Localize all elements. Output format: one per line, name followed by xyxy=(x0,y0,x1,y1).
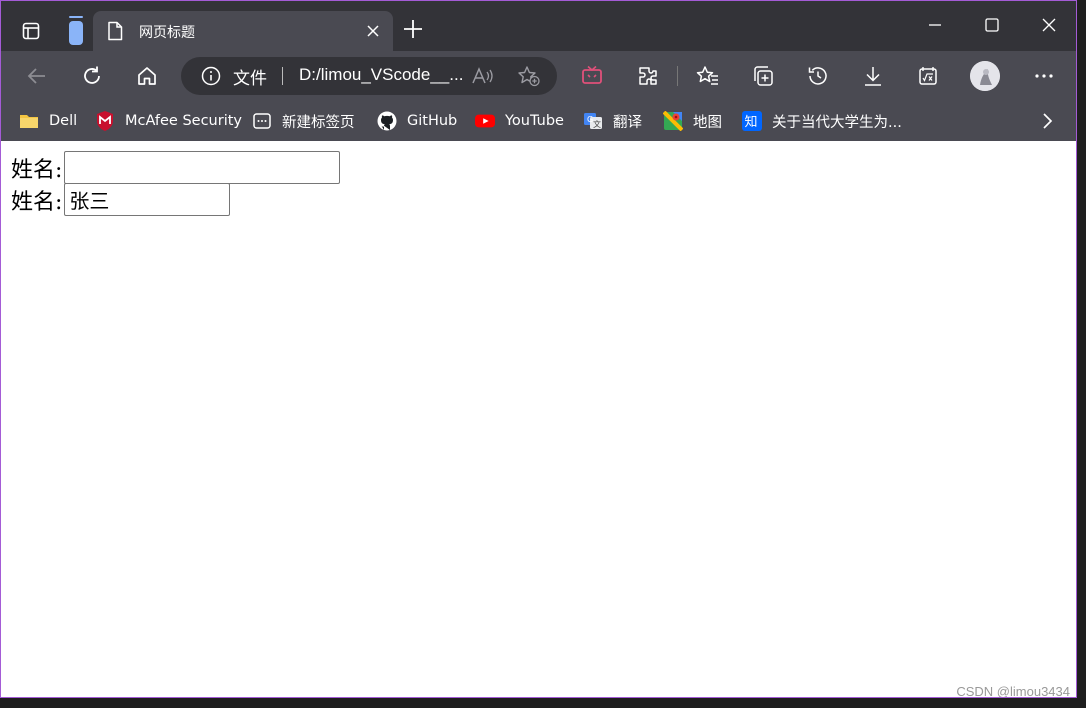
address-bar[interactable]: 文件 D:/limou_VScode__... xyxy=(181,57,557,95)
svg-text:知: 知 xyxy=(745,114,758,130)
bookmark-github[interactable]: GitHub xyxy=(377,109,457,133)
desktop-background-right xyxy=(1077,0,1086,708)
collections-icon[interactable] xyxy=(751,64,775,88)
active-tab[interactable]: 网页标题 xyxy=(93,11,393,51)
address-separator xyxy=(282,67,283,85)
bookmark-label: Dell xyxy=(49,113,78,129)
folder-icon xyxy=(19,111,39,131)
new-tab-icon[interactable] xyxy=(401,17,425,41)
favorites-icon[interactable] xyxy=(696,64,720,88)
read-aloud-icon[interactable] xyxy=(471,66,495,86)
form-row: 姓名: xyxy=(11,183,231,216)
youtube-icon xyxy=(475,111,495,131)
tv-extension-icon[interactable] xyxy=(580,64,604,88)
maps-icon xyxy=(663,111,683,131)
back-icon[interactable] xyxy=(25,64,49,88)
watermark-text: CSDN @limou3434 xyxy=(956,684,1070,698)
close-tab-icon[interactable] xyxy=(365,23,381,39)
translate-icon: G文 xyxy=(583,111,603,131)
new-tab-page-icon xyxy=(252,111,272,131)
name-label: 姓名: xyxy=(11,189,63,215)
bookmark-label: GitHub xyxy=(407,113,458,129)
bookmark-new-tab-page[interactable]: 新建标签页 xyxy=(252,109,355,133)
name-label: 姓名: xyxy=(11,157,63,183)
history-icon[interactable] xyxy=(806,64,830,88)
page-content: 姓名: 姓名: CSDN @limou3434 xyxy=(1,141,1076,698)
close-window-icon[interactable] xyxy=(1037,13,1061,37)
bookmark-dell[interactable]: Dell xyxy=(19,109,77,133)
name-input-empty[interactable] xyxy=(64,151,341,184)
bookmark-label: 关于当代大学生为... xyxy=(772,114,902,131)
bookmark-translate[interactable]: G文 翻译 xyxy=(583,109,642,133)
bookmark-youtube[interactable]: YouTube xyxy=(475,109,564,133)
bookmark-label: McAfee Security xyxy=(125,113,242,129)
title-bar: 网页标题 xyxy=(1,1,1076,51)
bookmark-label: YouTube xyxy=(505,113,564,129)
bookmark-maps[interactable]: 地图 xyxy=(663,109,722,133)
vertical-tabs-button[interactable] xyxy=(67,15,85,47)
url-text[interactable]: D:/limou_VScode__... xyxy=(299,65,463,85)
desktop-background-bottom xyxy=(0,698,1086,708)
site-info-icon[interactable] xyxy=(201,66,221,86)
math-solver-icon[interactable] xyxy=(916,64,940,88)
more-options-icon[interactable] xyxy=(1032,64,1056,88)
zhihu-icon: 知 xyxy=(742,111,762,131)
tab-actions-icon xyxy=(22,22,40,40)
bookmark-label: 地图 xyxy=(693,114,722,131)
navigation-toolbar: 文件 D:/limou_VScode__... xyxy=(1,51,1076,101)
minimize-icon[interactable] xyxy=(923,13,947,37)
home-icon[interactable] xyxy=(135,64,159,88)
tab-title: 网页标题 xyxy=(139,25,195,41)
add-favorite-icon[interactable] xyxy=(517,65,541,87)
form-row: 姓名: xyxy=(11,151,341,184)
refresh-icon[interactable] xyxy=(80,64,104,88)
favorites-bar: Dell McAfee Security 新建标签页 GitHub YouTub… xyxy=(1,101,1076,141)
profile-avatar[interactable] xyxy=(970,61,1000,91)
avatar-icon xyxy=(970,61,1000,91)
scheme-label: 文件 xyxy=(233,69,267,89)
page-icon xyxy=(108,21,123,41)
name-input-filled[interactable] xyxy=(64,183,231,216)
bookmark-label: 翻译 xyxy=(613,114,642,131)
vertical-tabs-icon xyxy=(69,16,83,45)
bookmark-mcafee[interactable]: McAfee Security xyxy=(95,109,242,133)
bookmark-label: 新建标签页 xyxy=(282,114,355,131)
chevron-right-icon[interactable] xyxy=(1037,111,1057,131)
tab-actions-button[interactable] xyxy=(15,15,47,47)
mcafee-icon xyxy=(95,111,115,131)
svg-text:文: 文 xyxy=(593,119,601,129)
browser-window: 网页标题 文件 D:/limou_VScode__... Dell McAfee… xyxy=(0,0,1077,698)
github-icon xyxy=(377,111,397,131)
downloads-icon[interactable] xyxy=(861,64,885,88)
toolbar-divider xyxy=(677,66,678,86)
extensions-icon[interactable] xyxy=(636,64,660,88)
maximize-icon[interactable] xyxy=(980,13,1004,37)
bookmark-zhihu[interactable]: 知 关于当代大学生为... xyxy=(742,109,902,133)
